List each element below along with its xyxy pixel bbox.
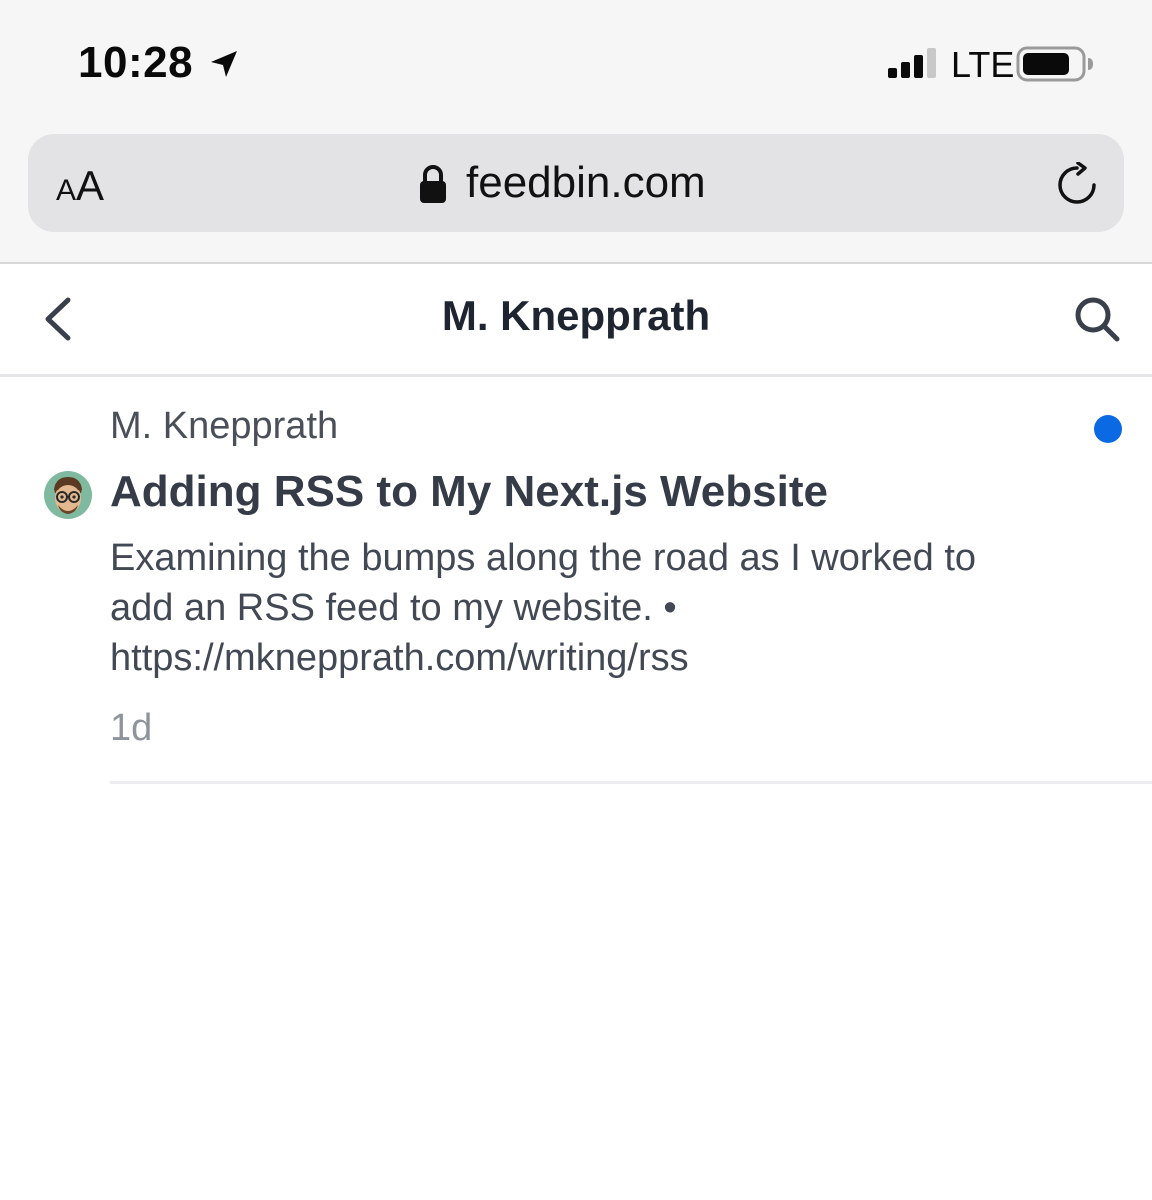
feed-avatar-icon [44, 471, 92, 519]
entry-age: 1d [110, 707, 153, 749]
entry-summary-line: https://mknepprath.com/writing/rss [110, 637, 689, 679]
text-size-large-label: A [76, 162, 105, 209]
entry-feed-name: M. Knepprath [110, 405, 339, 447]
cellular-signal-icon [888, 48, 936, 78]
unread-indicator [1094, 415, 1122, 443]
network-type: LTE [951, 44, 1015, 85]
entry-summary-line: add an RSS feed to my website. • [110, 587, 677, 629]
entry-summary: Examining the bumps along the road as I … [110, 533, 1120, 683]
status-time: 10:28 [78, 38, 194, 87]
entry-divider [110, 781, 1152, 784]
page-title: M. Knepprath [441, 292, 711, 339]
address-bar[interactable]: AA feedbin.com [28, 134, 1124, 232]
entry-list-item[interactable]: M. Knepprath Adding RSS to My Next.js We… [0, 377, 1152, 783]
reload-icon[interactable] [1054, 162, 1100, 208]
location-arrow-icon [211, 51, 237, 77]
app-header: M. Knepprath [0, 264, 1152, 377]
text-size-button[interactable]: AA [56, 162, 104, 210]
entry-summary-line: Examining the bumps along the road as I … [110, 537, 977, 579]
url-text[interactable]: feedbin.com [466, 158, 706, 208]
battery-icon [1016, 46, 1093, 82]
text-size-small-label: A [56, 174, 77, 207]
entry-title: Adding RSS to My Next.js Website [110, 467, 828, 516]
search-icon[interactable] [1072, 294, 1122, 344]
lock-icon [420, 165, 446, 203]
status-bar: 10:28 LTE AA feedbin.com [0, 0, 1152, 262]
